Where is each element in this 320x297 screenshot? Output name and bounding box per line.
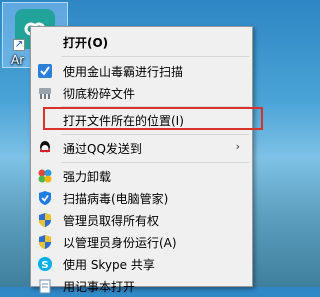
notepad-icon: [37, 278, 53, 294]
menu-item-open[interactable]: 打开(O): [33, 31, 250, 53]
shredder-icon: [37, 85, 53, 101]
menu-item-force-uninstall[interactable]: 强力卸载: [33, 165, 250, 187]
skype-icon: S: [37, 256, 53, 272]
duba-icon: [37, 63, 53, 79]
chevron-right-icon: ›: [235, 140, 240, 153]
menu-item-run-as-admin[interactable]: 以管理员身份运行(A): [33, 231, 250, 253]
menu-separator: [61, 56, 249, 57]
shortcut-arrow-icon: ↗: [13, 39, 25, 51]
uac-shield-icon: [37, 234, 53, 250]
svg-text:S: S: [41, 260, 48, 271]
qq-icon: [37, 140, 53, 156]
menu-item-virus-scan[interactable]: 扫描病毒(电脑管家): [33, 187, 250, 209]
context-menu: 打开(O) 使用金山毒霸进行扫描 彻底粉碎文件 打开文件所在的位置(I) 通过Q…: [30, 26, 263, 294]
menu-item-send-via-qq[interactable]: 通过QQ发送到 ›: [33, 137, 250, 159]
pc-manager-icon: [37, 190, 53, 206]
menu-separator: [61, 106, 249, 107]
menu-separator: [61, 162, 249, 163]
menu-item-shred-file[interactable]: 彻底粉碎文件: [33, 82, 250, 104]
blank-icon: [37, 112, 53, 128]
menu-separator: [61, 134, 249, 135]
menu-item-open-file-location[interactable]: 打开文件所在的位置(I): [33, 109, 250, 131]
shortcut-label: Ar: [11, 53, 25, 67]
menu-item-duba-scan[interactable]: 使用金山毒霸进行扫描: [33, 60, 250, 82]
uninstall-icon: [37, 168, 53, 184]
blank-icon: [37, 34, 53, 50]
menu-item-open-notepad[interactable]: 用记事本打开: [33, 275, 250, 297]
menu-item-take-ownership[interactable]: 管理员取得所有权: [33, 209, 250, 231]
menu-item-share-skype[interactable]: S 使用 Skype 共享: [33, 253, 250, 275]
uac-shield-icon: [37, 212, 53, 228]
